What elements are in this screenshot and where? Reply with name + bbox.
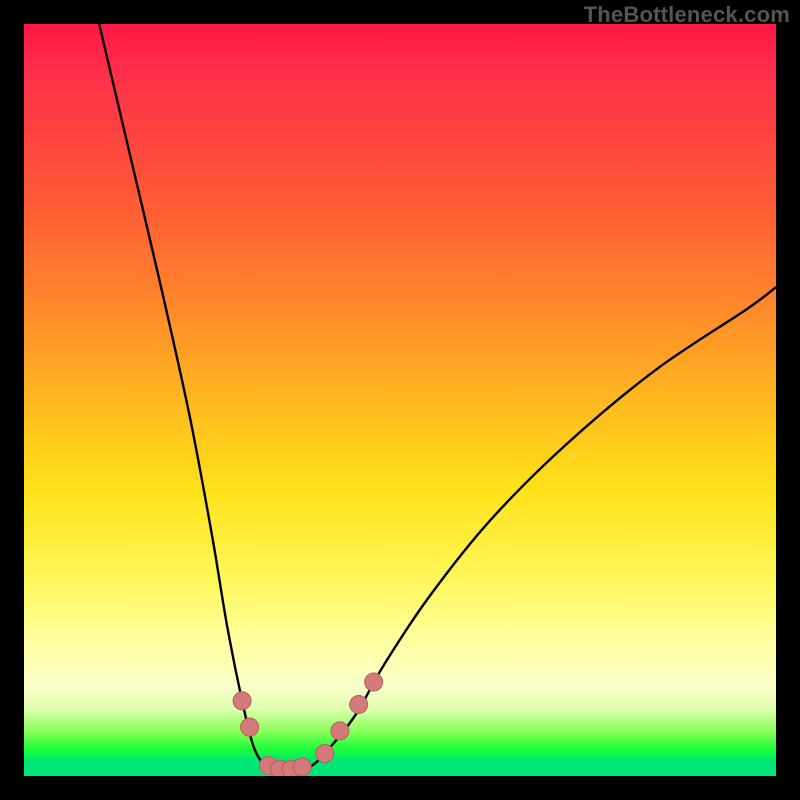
right-arm-marker-3: [350, 696, 368, 714]
right-arm-marker-4: [365, 673, 383, 691]
right-arm-marker-1: [316, 744, 334, 762]
trough-marker-4: [293, 758, 311, 776]
left-arm-marker-2: [241, 718, 259, 736]
bottleneck-curve: [99, 24, 776, 773]
plot-area: [24, 24, 776, 776]
chart-frame: TheBottleneck.com: [0, 0, 800, 800]
curve-layer: [24, 24, 776, 776]
left-arm-marker-1: [233, 692, 251, 710]
marker-layer: [233, 673, 383, 776]
watermark-text: TheBottleneck.com: [584, 2, 790, 28]
right-arm-marker-2: [331, 722, 349, 740]
